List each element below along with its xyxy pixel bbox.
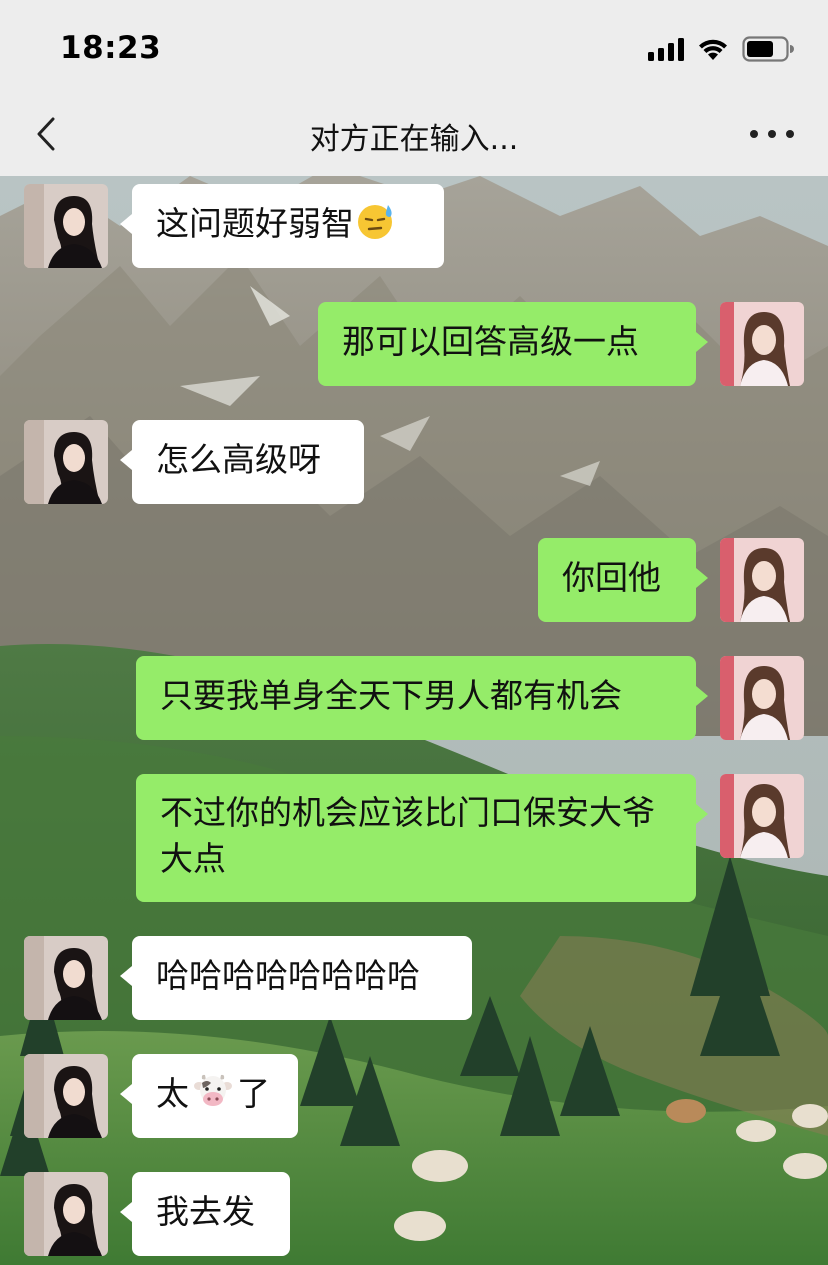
cellular-signal-icon bbox=[648, 37, 684, 61]
my-avatar[interactable] bbox=[720, 538, 804, 622]
chat-area[interactable]: 这问题好弱智 那可以回答高级一点 怎么高级呀 你回他 只要我单身全天下男人都有机… bbox=[0, 176, 828, 1265]
message-text: 不过你的机会应该比门口保安大爷大点 bbox=[160, 793, 655, 878]
message-text: 你回他 bbox=[562, 558, 661, 597]
message-text: 我去发 bbox=[156, 1192, 255, 1231]
message-text: 这问题好弱智 bbox=[156, 204, 354, 243]
message-text: 了 bbox=[237, 1074, 270, 1113]
more-dot bbox=[768, 130, 776, 138]
message-text: 那可以回答高级一点 bbox=[342, 322, 639, 361]
cow-face-emoji bbox=[194, 1074, 232, 1106]
battery-icon bbox=[742, 36, 794, 62]
message-bubble-sent[interactable]: 那可以回答高级一点 bbox=[318, 302, 708, 386]
chat-header: 对方正在输入... bbox=[0, 100, 828, 176]
my-avatar[interactable] bbox=[720, 302, 804, 386]
status-icons bbox=[648, 36, 794, 62]
status-time: 18:23 bbox=[60, 30, 162, 66]
message-text: 只要我单身全天下男人都有机会 bbox=[160, 676, 622, 715]
wifi-icon bbox=[696, 36, 730, 62]
more-dot bbox=[786, 130, 794, 138]
message-bubble-sent[interactable]: 只要我单身全天下男人都有机会 bbox=[136, 656, 708, 740]
contact-avatar[interactable] bbox=[24, 1054, 108, 1138]
message-text: 怎么高级呀 bbox=[156, 440, 321, 479]
contact-avatar[interactable] bbox=[24, 1172, 108, 1256]
more-button[interactable] bbox=[750, 114, 794, 154]
message-text: 太 bbox=[156, 1074, 189, 1113]
contact-avatar[interactable] bbox=[24, 184, 108, 268]
sweat-smile-emoji bbox=[358, 205, 392, 239]
message-bubble-received[interactable]: 太 了 bbox=[120, 1054, 298, 1138]
my-avatar[interactable] bbox=[720, 656, 804, 740]
message-text: 哈哈哈哈哈哈哈哈 bbox=[156, 956, 420, 995]
contact-avatar[interactable] bbox=[24, 936, 108, 1020]
message-bubble-sent[interactable]: 不过你的机会应该比门口保安大爷大点 bbox=[136, 774, 708, 902]
message-bubble-received[interactable]: 这问题好弱智 bbox=[120, 184, 444, 268]
chat-title: 对方正在输入... bbox=[309, 122, 519, 157]
contact-avatar[interactable] bbox=[24, 420, 108, 504]
message-bubble-sent[interactable]: 你回他 bbox=[538, 538, 708, 622]
message-bubble-received[interactable]: 哈哈哈哈哈哈哈哈 bbox=[120, 936, 472, 1020]
more-dot bbox=[750, 130, 758, 138]
message-bubble-received[interactable]: 我去发 bbox=[120, 1172, 290, 1256]
message-bubble-received[interactable]: 怎么高级呀 bbox=[120, 420, 364, 504]
my-avatar[interactable] bbox=[720, 774, 804, 858]
status-bar: 18:23 bbox=[0, 0, 828, 100]
